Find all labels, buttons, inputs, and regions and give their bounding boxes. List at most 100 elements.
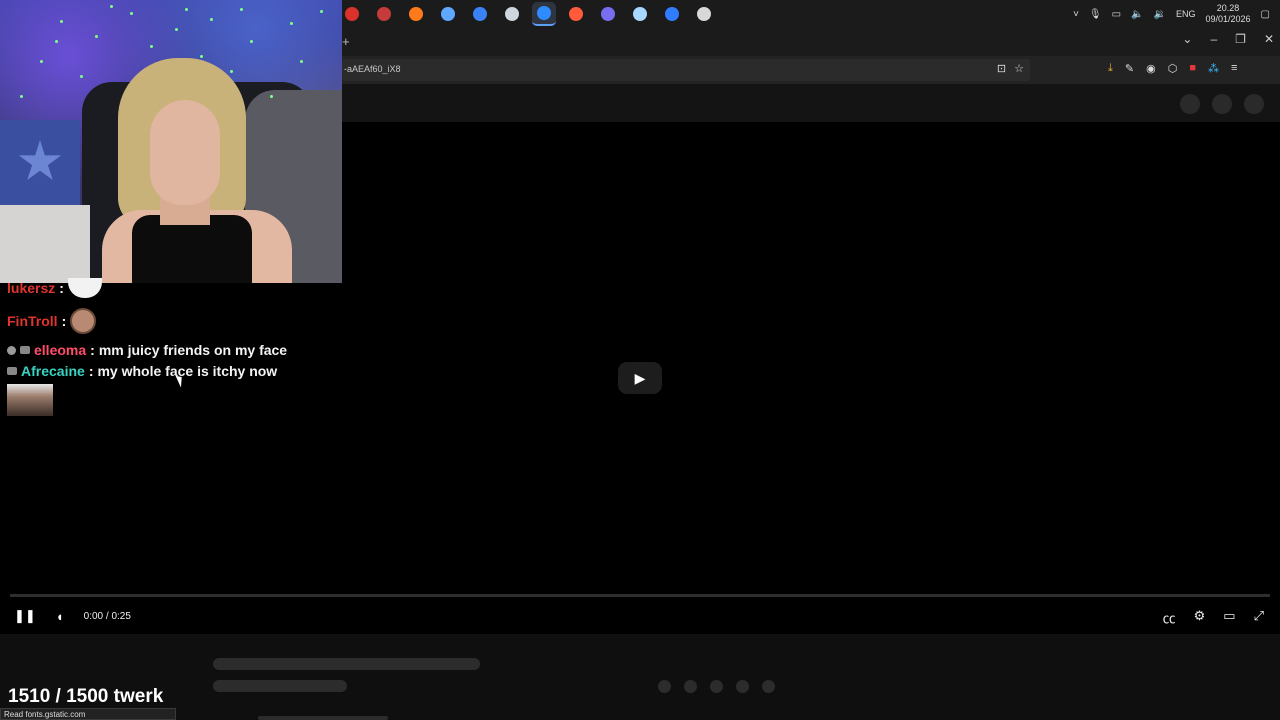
taskbar-app[interactable] [532, 2, 556, 26]
skeleton-dot [710, 680, 723, 693]
clock-date: 09/01/2026 [1205, 14, 1251, 24]
taskbar-app[interactable] [660, 2, 684, 26]
header-placeholder-button[interactable] [1212, 94, 1232, 114]
skeleton-dot [658, 680, 671, 693]
star-light [240, 8, 243, 11]
play-button[interactable]: ▶ [618, 362, 662, 394]
overlay-counter-title: 1510 / 1500 twerk [8, 686, 164, 707]
skeleton-line [213, 658, 480, 670]
star-light [320, 10, 323, 13]
skeleton-dot [762, 680, 775, 693]
browser-tabstrip: + ⌄ – ❐ ✕ [342, 28, 1280, 56]
star-light [95, 35, 98, 38]
url-field[interactable]: -aAEAf60_iX8 ⊡ ☆ [342, 59, 1030, 81]
taskbar-app[interactable] [692, 2, 716, 26]
streamer-face [150, 100, 220, 205]
chat-separator: : [59, 280, 64, 296]
taskbar-app[interactable] [372, 2, 396, 26]
speaker-icon[interactable]: 🔈 [1131, 9, 1143, 20]
chat-username: elleoma [34, 342, 87, 358]
chat-badge-controller-icon [7, 367, 17, 375]
restore-icon[interactable]: ❐ [1235, 32, 1246, 46]
star-light [300, 60, 303, 63]
chat-username: Afrecaine [21, 363, 85, 379]
ccleaner-icon [441, 7, 455, 21]
skeleton-dot [736, 680, 749, 693]
extensions-icon[interactable]: ⬡ [1168, 62, 1178, 75]
menu-icon[interactable]: ≡ [1231, 62, 1237, 75]
clock-time: 20.28 [1216, 3, 1240, 13]
skeleton-line [213, 680, 347, 692]
chat-username: FinTroll [7, 313, 58, 329]
star-light [150, 45, 153, 48]
url-actions: ⊡ ☆ [997, 62, 1024, 75]
star-light [175, 28, 178, 31]
star-light [80, 75, 83, 78]
microphone-icon[interactable]: 🎙 [1089, 9, 1102, 20]
taskbar-app[interactable] [404, 2, 428, 26]
chat-message: lukersz : [7, 278, 102, 298]
network-icon[interactable]: ▭ [1112, 9, 1121, 20]
star-light [250, 40, 253, 43]
theater-mode-icon[interactable]: ▭ [1223, 608, 1235, 627]
taskbar-app[interactable] [468, 2, 492, 26]
app-red-icon [345, 7, 359, 21]
chevron-up-icon[interactable]: ˅ [1073, 9, 1079, 20]
speaker-alt-icon[interactable]: 🔉 [1154, 9, 1166, 20]
taskbar-app[interactable] [436, 2, 460, 26]
tab-list-icon[interactable]: ⌄ [1182, 32, 1192, 46]
steam-icon [505, 7, 519, 21]
account-icon[interactable]: ◉ [1146, 62, 1156, 75]
controls-left: ❚❚ ◖ 0:00 / 0:25 [14, 608, 131, 624]
shield-app-icon [697, 7, 711, 21]
header-placeholder-avatar[interactable] [1244, 94, 1264, 114]
window-controls: ⌄ – ❐ ✕ [1182, 32, 1274, 46]
chat-badge-icon [7, 345, 16, 355]
emote-eyes [67, 278, 102, 298]
taskbar-app[interactable] [500, 2, 524, 26]
language-indicator[interactable]: ENG [1176, 9, 1196, 19]
new-tab-button[interactable]: + [342, 34, 350, 49]
reader-view-icon[interactable]: ⊡ [997, 62, 1006, 75]
volume-icon[interactable]: ◖ [56, 609, 64, 624]
taskbar-app[interactable] [596, 2, 620, 26]
star-light [230, 70, 233, 73]
minimize-icon[interactable]: – [1210, 32, 1217, 46]
settings-gear-icon[interactable]: ⚙ [1194, 608, 1206, 627]
star-light [290, 22, 293, 25]
taskbar-apps [340, 2, 716, 26]
wrench-icon[interactable]: ✎ [1125, 62, 1134, 75]
url-text: -aAEAf60_iX8 [344, 64, 401, 74]
star-light [185, 8, 188, 11]
discord-icon [601, 7, 615, 21]
emote-face [70, 308, 97, 334]
pause-icon[interactable]: ❚❚ [14, 608, 36, 624]
chat-separator: : [61, 313, 67, 329]
clock[interactable]: 20.28 09/01/2026 [1206, 3, 1251, 25]
progress-bar[interactable] [10, 594, 1270, 597]
fullscreen-icon[interactable]: ⤢ [1254, 608, 1264, 627]
firefox-nightly-icon [569, 7, 583, 21]
star-light [60, 20, 63, 23]
star-light [210, 18, 213, 21]
download-icon[interactable]: ⤓ [1108, 62, 1113, 75]
taskbar-app[interactable] [564, 2, 588, 26]
skeleton-dots [658, 680, 775, 693]
taskbar-app[interactable] [628, 2, 652, 26]
header-placeholder-button[interactable] [1180, 94, 1200, 114]
screen: ˅ 🎙 ▭ 🔈 🔉 ENG 20.28 09/01/2026 ▢ + ⌄ – ❐… [0, 0, 1280, 720]
captions-icon[interactable]: ㏄ [1163, 608, 1176, 627]
bookmark-star-icon[interactable]: ☆ [1014, 62, 1024, 75]
chat-overlay: lukersz : FinTroll : elleoma : mm juicy … [0, 278, 342, 428]
star-light [20, 95, 23, 98]
taskbar-app[interactable] [340, 2, 364, 26]
chat-separator: : [88, 363, 94, 379]
skeleton-line [258, 716, 388, 720]
close-icon[interactable]: ✕ [1264, 32, 1274, 46]
notifications-icon[interactable]: ▢ [1261, 9, 1270, 20]
page-header [342, 84, 1280, 122]
extension-translate-icon[interactable]: ⁂ [1208, 62, 1219, 75]
controls-right: ㏄ ⚙ ▭ ⤢ [1163, 608, 1264, 627]
header-placeholders [1180, 94, 1264, 114]
extension-badge-icon[interactable]: ■ [1189, 62, 1196, 75]
